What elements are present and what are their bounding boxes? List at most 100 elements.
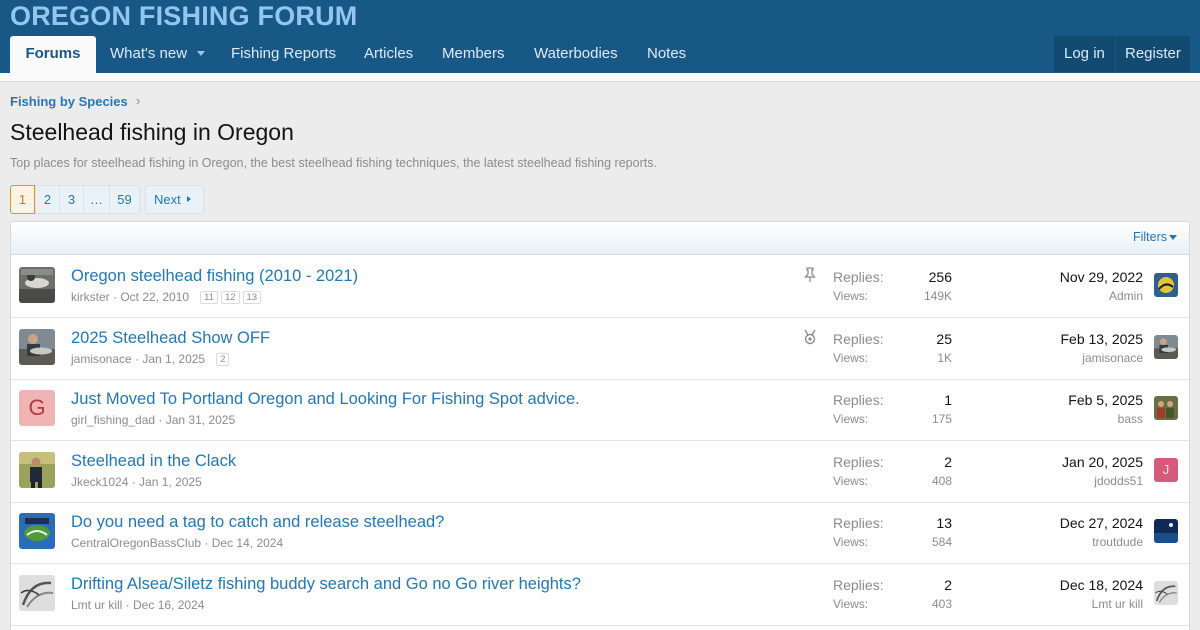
site-title[interactable]: OREGON FISHING FORUM: [10, 1, 358, 31]
tab-whats-new[interactable]: What's new: [110, 36, 187, 73]
thread-pages: 11 12 13: [197, 290, 262, 304]
filters-button[interactable]: Filters: [1133, 230, 1167, 244]
nav-divider: [1115, 36, 1116, 72]
thread-author[interactable]: CentralOregonBassClub: [71, 536, 201, 550]
last-poster-avatar[interactable]: [1154, 335, 1178, 359]
tab-members[interactable]: Members: [442, 36, 505, 73]
last-poster-name[interactable]: jamisonace: [1082, 351, 1143, 365]
photo-sketch-icon: [1154, 581, 1178, 605]
replies-label: Replies:: [833, 515, 884, 531]
thread-title[interactable]: Do you need a tag to catch and release s…: [71, 513, 444, 532]
last-post-date[interactable]: Feb 13, 2025: [1060, 331, 1143, 347]
thread-title[interactable]: Just Moved To Portland Oregon and Lookin…: [71, 390, 580, 409]
last-poster-avatar[interactable]: [1154, 519, 1178, 543]
thread-row[interactable]: Steelhead in the Clack Jkeck1024 · Jan 1…: [11, 441, 1189, 503]
photo-angler-icon: [1154, 335, 1178, 359]
thread-start-date[interactable]: Dec 14, 2024: [212, 536, 283, 550]
last-poster-name[interactable]: troutdude: [1092, 535, 1143, 549]
replies-count: 2: [944, 454, 952, 470]
thread-page-link[interactable]: 11: [200, 290, 218, 304]
login-link[interactable]: Log in: [1064, 36, 1105, 72]
page-1[interactable]: 1: [10, 185, 35, 214]
next-label: Next: [154, 192, 181, 207]
photo-logo-icon: [1154, 273, 1178, 297]
thread-author[interactable]: Lmt ur kill: [71, 598, 122, 612]
last-poster-name[interactable]: bass: [1118, 412, 1143, 426]
thread-row[interactable]: 2025 Steelhead Show OFF jamisonace · Jan…: [11, 318, 1189, 380]
whats-new-dropdown-icon[interactable]: [197, 51, 205, 56]
meta-separator: ·: [155, 413, 166, 427]
page-2[interactable]: 2: [35, 185, 60, 214]
thread-title[interactable]: Oregon steelhead fishing (2010 - 2021): [71, 267, 358, 286]
tab-waterbodies[interactable]: Waterbodies: [534, 36, 618, 73]
views-label: Views:: [833, 289, 869, 303]
filters-dropdown-icon[interactable]: [1169, 235, 1177, 240]
author-avatar[interactable]: [19, 575, 55, 611]
thread-title[interactable]: 2025 Steelhead Show OFF: [71, 329, 270, 348]
thread-start-date[interactable]: Oct 22, 2010: [120, 290, 189, 304]
page-59[interactable]: 59: [109, 185, 140, 214]
thread-start-date[interactable]: Jan 1, 2025: [139, 475, 202, 489]
author-avatar[interactable]: G: [19, 390, 55, 426]
last-post-date[interactable]: Nov 29, 2022: [1060, 269, 1143, 285]
thread-start-date[interactable]: Jan 1, 2025: [142, 352, 205, 366]
thread-meta: Lmt ur kill · Dec 16, 2024: [71, 598, 212, 612]
last-post-date[interactable]: Jan 20, 2025: [1062, 454, 1143, 470]
award-medal-icon: [803, 329, 817, 345]
photo-angler-icon: [19, 329, 55, 365]
meta-separator: ·: [131, 352, 143, 366]
last-post-date[interactable]: Feb 5, 2025: [1068, 392, 1143, 408]
last-poster-name[interactable]: Lmt ur kill: [1092, 597, 1143, 611]
tab-articles[interactable]: Articles: [364, 36, 413, 73]
replies-count: 13: [936, 515, 952, 531]
thread-title[interactable]: Drifting Alsea/Siletz fishing buddy sear…: [71, 575, 581, 594]
pin-icon: [803, 267, 817, 283]
thread-row[interactable]: G Just Moved To Portland Oregon and Look…: [11, 379, 1189, 441]
last-poster-avatar[interactable]: [1154, 396, 1178, 420]
replies-label: Replies:: [833, 269, 884, 285]
author-avatar[interactable]: [19, 513, 55, 549]
page-ellipsis[interactable]: …: [83, 185, 110, 214]
photo-sketch-icon: [19, 575, 55, 611]
tab-notes[interactable]: Notes: [647, 36, 686, 73]
account-nav: Log in Register: [1054, 36, 1190, 72]
last-poster-name[interactable]: Admin: [1109, 289, 1143, 303]
page-3[interactable]: 3: [59, 185, 84, 214]
pagination: 1 2 3 … 59: [10, 185, 140, 214]
thread-author[interactable]: Jkeck1024: [71, 475, 128, 489]
tab-forums[interactable]: Forums: [10, 36, 96, 73]
last-poster-avatar[interactable]: [1154, 581, 1178, 605]
thread-page-link[interactable]: 2: [216, 352, 230, 366]
thread-author[interactable]: jamisonace: [71, 352, 132, 366]
thread-author[interactable]: girl_fishing_dad: [71, 413, 155, 427]
next-page-button[interactable]: Next: [145, 185, 204, 214]
views-label: Views:: [833, 351, 869, 365]
thread-title[interactable]: Steelhead in the Clack: [71, 452, 236, 471]
thread-page-link[interactable]: 12: [220, 290, 240, 304]
tab-fishing-reports[interactable]: Fishing Reports: [231, 36, 336, 73]
last-poster-avatar[interactable]: J: [1154, 458, 1178, 482]
filter-bar: Filters: [11, 222, 1189, 255]
thread-row[interactable]: Drifting Alsea/Siletz fishing buddy sear…: [11, 564, 1189, 626]
author-avatar[interactable]: [19, 452, 55, 488]
register-link[interactable]: Register: [1125, 36, 1181, 72]
chevron-right-icon: [187, 196, 191, 202]
last-post-date[interactable]: Dec 18, 2024: [1060, 577, 1143, 593]
thread-page-link[interactable]: 13: [242, 290, 262, 304]
views-label: Views:: [833, 474, 869, 488]
breadcrumb[interactable]: Fishing by Species: [10, 94, 128, 109]
thread-row[interactable]: Do you need a tag to catch and release s…: [11, 502, 1189, 564]
thread-meta: CentralOregonBassClub · Dec 14, 2024: [71, 536, 291, 550]
author-avatar[interactable]: [19, 329, 55, 365]
thread-start-date[interactable]: Jan 31, 2025: [166, 413, 235, 427]
thread-pages: 2: [213, 352, 230, 366]
last-poster-name[interactable]: jdodds51: [1094, 474, 1143, 488]
author-avatar[interactable]: [19, 267, 55, 303]
last-post-date[interactable]: Dec 27, 2024: [1060, 515, 1143, 531]
thread-row[interactable]: Oregon steelhead fishing (2010 - 2021) k…: [11, 256, 1189, 318]
thread-start-date[interactable]: Dec 16, 2024: [133, 598, 204, 612]
last-poster-avatar[interactable]: [1154, 273, 1178, 297]
thread-author[interactable]: kirkster: [71, 290, 110, 304]
main-nav: Forums What's new Fishing Reports Articl…: [0, 36, 1200, 73]
views-count: 584: [931, 535, 952, 549]
